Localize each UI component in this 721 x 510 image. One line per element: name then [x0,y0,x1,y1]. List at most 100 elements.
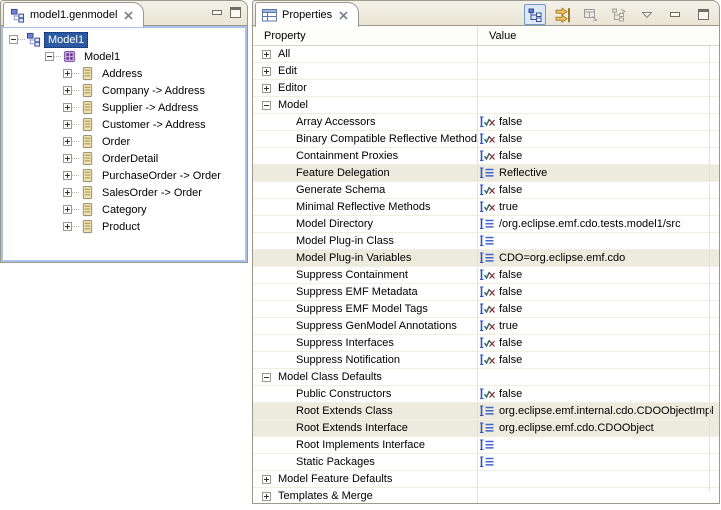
property-row[interactable]: Edit [253,63,719,80]
property-value: false [499,303,522,315]
close-icon[interactable] [339,11,348,20]
property-row[interactable]: Model Class Defaults [253,369,719,386]
expander-icon[interactable] [63,171,72,180]
expander-icon[interactable] [262,492,271,501]
tree-item[interactable]: PurchaseOrder -> Order [3,167,245,184]
property-row[interactable]: Public Constructors false [253,386,719,403]
boolean-value-icon [480,303,496,315]
expander-icon[interactable] [63,69,72,78]
tree-item[interactable]: Address [3,65,245,82]
tree-item[interactable]: Order [3,133,245,150]
column-header-property[interactable]: Property [253,26,478,45]
tree-item[interactable]: Supplier -> Address [3,99,245,116]
tree-connector [72,90,79,92]
property-row[interactable]: Model [253,97,719,114]
minimize-icon[interactable] [212,10,223,16]
property-row[interactable]: Suppress EMF Model Tags false [253,301,719,318]
tree-connector [72,226,79,228]
property-row[interactable]: Model Plug-in Class [253,233,719,250]
show-categories-icon[interactable] [524,4,546,25]
property-row[interactable]: All [253,46,719,63]
class-icon [79,185,95,201]
property-row[interactable]: Feature Delegation Reflective [253,165,719,182]
expander-icon[interactable] [63,103,72,112]
tree-connector [72,124,79,126]
tree-item[interactable]: Customer -> Address [3,116,245,133]
tree-item[interactable]: Model1 [3,31,245,48]
list-value-icon [480,456,496,468]
tree-item[interactable]: SalesOrder -> Order [3,184,245,201]
property-row[interactable]: Editor [253,80,719,97]
tree-item[interactable]: OrderDetail [3,150,245,167]
property-row[interactable]: Root Extends Interface org.eclipse.emf.c… [253,420,719,437]
property-row[interactable]: Array Accessors false [253,114,719,131]
tree-item-label: PurchaseOrder -> Order [98,168,225,184]
boolean-value-icon [480,184,496,196]
property-row[interactable]: Generate Schema false [253,182,719,199]
property-row[interactable]: Model Plug-in Variables CDO=org.eclipse.… [253,250,719,267]
boolean-value-icon [480,337,496,349]
tree-connector [72,73,79,75]
properties-icon [262,9,277,22]
property-row[interactable]: Suppress GenModel Annotations true [253,318,719,335]
column-header-value[interactable]: Value [478,26,719,45]
properties-content: Property Value All Edit Editor [252,25,720,504]
expander-icon[interactable] [63,120,72,129]
genmodel-tree: Model1 Model1 Address Company -> Address… [1,26,247,262]
property-row[interactable]: Suppress EMF Metadata false [253,284,719,301]
property-name: Public Constructors [296,388,391,400]
tree-item[interactable]: Model1 [3,48,245,65]
property-row[interactable]: Templates & Merge [253,488,719,503]
property-row[interactable]: Model Directory /org.eclipse.emf.cdo.tes… [253,216,719,233]
expander-icon[interactable] [9,35,18,44]
genmodel-icon [25,32,41,48]
property-row[interactable]: Suppress Containment false [253,267,719,284]
property-row[interactable]: Suppress Interfaces false [253,335,719,352]
tree-item[interactable]: Company -> Address [3,82,245,99]
expander-icon[interactable] [63,86,72,95]
property-name: Binary Compatible Reflective Methods [296,133,478,145]
expander-icon[interactable] [262,50,271,59]
property-value: true [499,201,518,213]
maximize-icon[interactable] [692,4,714,25]
expander-icon[interactable] [262,373,271,382]
tree-item[interactable]: Product [3,218,245,235]
expander-icon[interactable] [262,67,271,76]
property-row[interactable]: Suppress Notification false [253,352,719,369]
maximize-icon[interactable] [230,7,241,18]
property-row[interactable]: Static Packages [253,454,719,471]
view-menu-icon[interactable] [636,4,658,25]
expander-icon[interactable] [63,154,72,163]
editor-tab[interactable]: model1.genmodel [3,2,144,27]
property-row[interactable]: Model Feature Defaults [253,471,719,488]
tree-connector [72,209,79,211]
expander-icon[interactable] [45,52,54,61]
property-value: false [499,354,522,366]
property-name: Suppress EMF Metadata [296,286,418,298]
property-row[interactable]: Binary Compatible Reflective Methods fal… [253,131,719,148]
property-row[interactable]: Root Extends Class org.eclipse.emf.inter… [253,403,719,420]
genmodel-editor-pane: model1.genmodel Model1 Model1 Address Co… [0,0,248,263]
boolean-value-icon [480,286,496,298]
expander-icon[interactable] [63,188,72,197]
expander-icon[interactable] [63,222,72,231]
expander-icon[interactable] [63,205,72,214]
class-icon [79,100,95,116]
minimize-icon[interactable] [664,4,686,25]
property-value: Reflective [499,167,547,179]
property-row[interactable]: Minimal Reflective Methods true [253,199,719,216]
property-name: Array Accessors [296,116,375,128]
expander-icon[interactable] [262,475,271,484]
tree-item[interactable]: Category [3,201,245,218]
property-name: Containment Proxies [296,150,398,162]
expander-icon[interactable] [262,84,271,93]
property-row[interactable]: Root Implements Interface [253,437,719,454]
property-name: Model Directory [296,218,373,230]
expander-icon[interactable] [262,101,271,110]
expander-icon[interactable] [63,137,72,146]
tree-connector [54,56,61,58]
show-advanced-properties-icon[interactable] [552,4,574,25]
properties-tab[interactable]: Properties [255,2,359,27]
close-icon[interactable] [124,11,133,20]
property-row[interactable]: Containment Proxies false [253,148,719,165]
